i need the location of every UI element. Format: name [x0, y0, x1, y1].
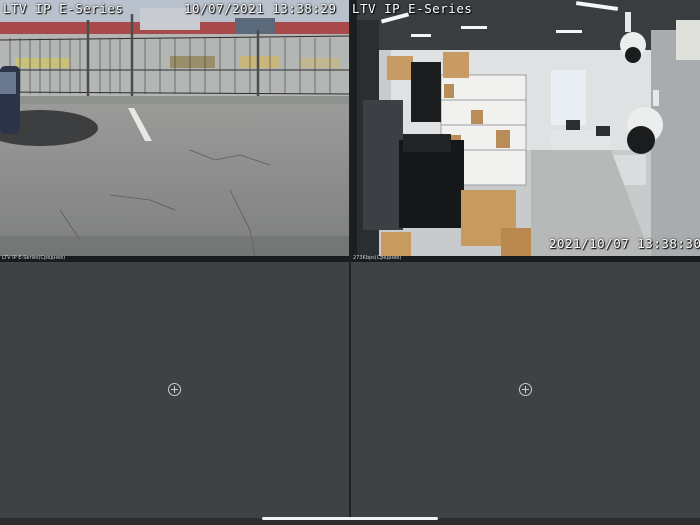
camera-tile-2[interactable]: LTV IP E-Series 2021/10/07 13:38:30 273K…: [351, 0, 700, 262]
stream-status-text: LTV IP E-Series(Среднее): [2, 255, 66, 261]
osd-camera-title: LTV IP E-Series: [352, 1, 473, 16]
osd-camera-title: LTV IP E-Series: [3, 1, 124, 16]
grid-divider: [349, 0, 351, 518]
empty-camera-slot-3[interactable]: [0, 262, 349, 518]
add-circle-icon[interactable]: [168, 383, 181, 396]
osd-timestamp: 10/07/2021 13:38:29: [184, 1, 337, 16]
camera-feed-warehouse: [351, 0, 700, 256]
camera-feed-parking: [0, 0, 349, 256]
osd-timestamp: 2021/10/07 13:38:30: [549, 236, 700, 251]
add-circle-icon[interactable]: [519, 383, 532, 396]
home-indicator[interactable]: [262, 517, 438, 520]
camera-tile-1[interactable]: LTV IP E-Series 10/07/2021 13:38:29 LTV …: [0, 0, 349, 262]
stream-status-text: 273Kbps(Среднее): [353, 255, 402, 261]
empty-camera-slot-4[interactable]: [351, 262, 700, 518]
